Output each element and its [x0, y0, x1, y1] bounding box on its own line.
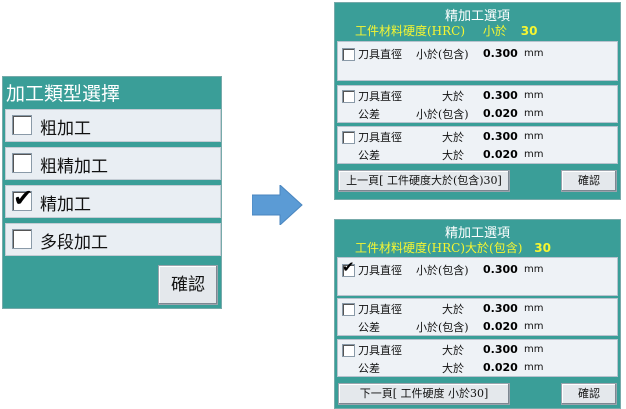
- unit: mm: [524, 264, 544, 275]
- option-multi-stage[interactable]: 多段加工: [5, 223, 221, 256]
- group-3[interactable]: 刀具直徑 大於 0.300 mm 公差 大於 0.020 mm: [337, 126, 618, 164]
- confirm-button[interactable]: 確認: [561, 383, 617, 405]
- hardness-condition: 工件材料硬度(HRC) 小於 30: [355, 22, 537, 39]
- tolerance-value: 0.020: [483, 107, 518, 120]
- group-3[interactable]: 刀具直徑 大於 0.300 mm 公差 大於 0.020 mm: [337, 339, 618, 377]
- unit: mm: [524, 321, 544, 332]
- diameter-value: 0.300: [483, 343, 518, 356]
- finish-options-panel-top: 精加工選項 工件材料硬度(HRC) 小於 30 刀具直徑 小於(包含) 0.30…: [334, 2, 621, 200]
- diameter-cond: 小於(包含): [416, 48, 469, 61]
- panel-title: 加工類型選擇: [6, 83, 121, 105]
- checkbox[interactable]: [342, 90, 355, 103]
- confirm-button[interactable]: 確認: [158, 265, 218, 305]
- group-1[interactable]: 刀具直徑 小於(包含) 0.300 mm: [337, 41, 618, 81]
- unit: mm: [524, 90, 544, 101]
- diameter-label: 刀具直徑: [358, 303, 402, 316]
- group-1[interactable]: ✔ 刀具直徑 小於(包含) 0.300 mm: [337, 257, 618, 296]
- unit: mm: [524, 108, 544, 119]
- diameter-value: 0.300: [483, 47, 518, 60]
- tolerance-value: 0.020: [483, 320, 518, 333]
- machining-type-panel: 加工類型選擇 粗加工 粗精加工 ✔ 精加工 多段加工 確認: [2, 76, 222, 309]
- checkbox[interactable]: [342, 303, 355, 316]
- checkbox[interactable]: ✔: [12, 186, 33, 211]
- option-label: 多段加工: [40, 233, 108, 253]
- unit: mm: [524, 303, 544, 314]
- checkbox[interactable]: [342, 131, 355, 144]
- tolerance-cond: 小於(包含): [416, 108, 469, 121]
- option-rough[interactable]: 粗加工: [5, 109, 221, 142]
- group-2[interactable]: 刀具直徑 大於 0.300 mm 公差 小於(包含) 0.020 mm: [337, 298, 618, 336]
- diameter-label: 刀具直徑: [358, 264, 402, 277]
- checkbox[interactable]: [342, 344, 355, 357]
- hardness-label: 工件材料硬度(HRC): [355, 24, 466, 38]
- checkbox[interactable]: [12, 115, 32, 135]
- right-arrow-icon: [252, 185, 303, 225]
- option-label: 粗精加工: [40, 157, 108, 177]
- unit: mm: [524, 344, 544, 355]
- finish-options-panel-bottom: 精加工選項 工件材料硬度(HRC)大於(包含) 30 ✔ 刀具直徑 小於(包含)…: [334, 219, 621, 409]
- tolerance-cond: 小於(包含): [416, 321, 469, 334]
- diameter-cond: 大於: [442, 303, 464, 316]
- tolerance-label: 公差: [358, 149, 380, 162]
- checkbox[interactable]: [12, 229, 32, 249]
- option-finish[interactable]: ✔ 精加工: [5, 185, 221, 218]
- diameter-label: 刀具直徑: [358, 48, 402, 61]
- unit: mm: [524, 48, 544, 59]
- check-icon: ✔: [13, 184, 34, 212]
- diameter-value: 0.300: [483, 89, 518, 102]
- diameter-cond: 大於: [442, 90, 464, 103]
- diameter-value: 0.300: [483, 263, 518, 276]
- tolerance-label: 公差: [358, 321, 380, 334]
- checkbox[interactable]: [342, 48, 355, 61]
- tolerance-value: 0.020: [483, 148, 518, 161]
- hardness-label: 工件材料硬度(HRC)大於(包含): [355, 241, 523, 255]
- option-label: 粗加工: [40, 119, 91, 139]
- hardness-condition: 工件材料硬度(HRC)大於(包含) 30: [355, 239, 551, 256]
- previous-page-button[interactable]: 上一頁[ 工件硬度大於(包含)30]: [338, 170, 510, 192]
- tolerance-cond: 大於: [442, 362, 464, 375]
- hardness-value: 30: [520, 24, 538, 38]
- option-label: 精加工: [40, 195, 91, 215]
- confirm-button[interactable]: 確認: [561, 170, 617, 192]
- diameter-label: 刀具直徑: [358, 344, 402, 357]
- diameter-label: 刀具直徑: [358, 131, 402, 144]
- tolerance-value: 0.020: [483, 361, 518, 374]
- unit: mm: [524, 131, 544, 142]
- group-2[interactable]: 刀具直徑 大於 0.300 mm 公差 小於(包含) 0.020 mm: [337, 85, 618, 123]
- checkbox[interactable]: [12, 153, 32, 173]
- diameter-cond: 小於(包含): [416, 264, 469, 277]
- unit: mm: [524, 362, 544, 373]
- tolerance-label: 公差: [358, 108, 380, 121]
- diameter-cond: 大於: [442, 131, 464, 144]
- tolerance-cond: 大於: [442, 149, 464, 162]
- checkbox[interactable]: ✔: [342, 260, 355, 277]
- next-page-button[interactable]: 下一頁[ 工件硬度 小於30]: [338, 383, 510, 405]
- unit: mm: [524, 149, 544, 160]
- option-semi-finish[interactable]: 粗精加工: [5, 147, 221, 180]
- check-icon: ✔: [342, 258, 355, 276]
- diameter-label: 刀具直徑: [358, 90, 402, 103]
- hardness-cond: 小於: [482, 24, 507, 38]
- tolerance-label: 公差: [358, 362, 380, 375]
- diameter-cond: 大於: [442, 344, 464, 357]
- diameter-value: 0.300: [483, 130, 518, 143]
- hardness-value: 30: [534, 241, 551, 255]
- diameter-value: 0.300: [483, 302, 518, 315]
